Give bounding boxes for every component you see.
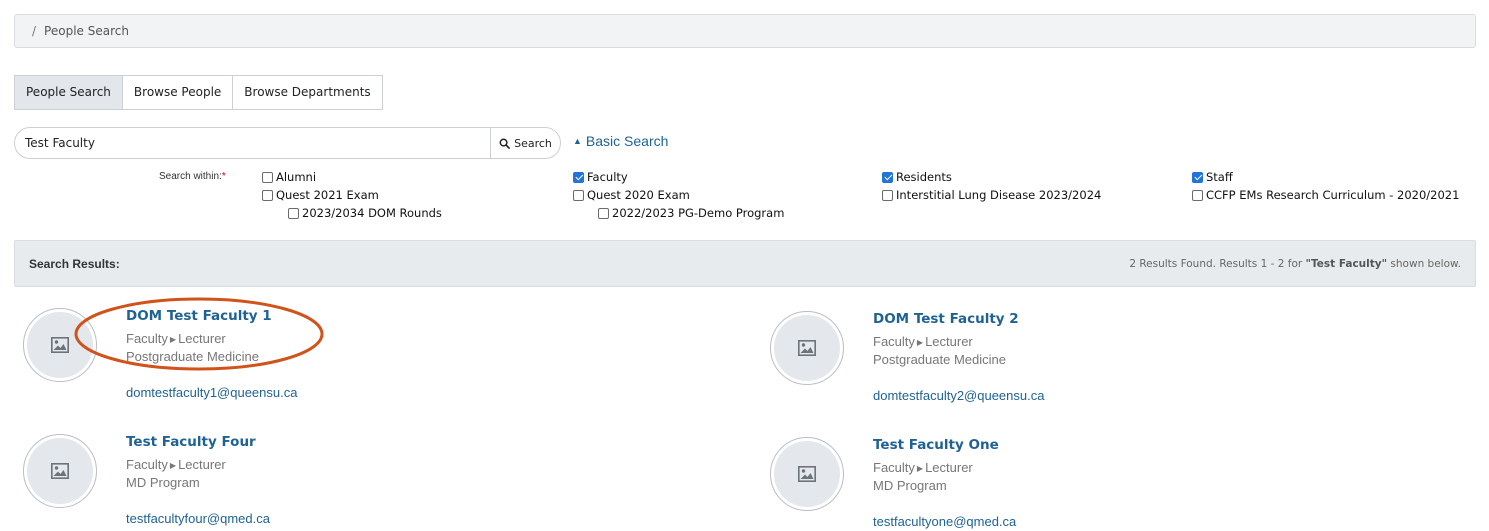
- person-name[interactable]: Test Faculty Four: [126, 434, 256, 450]
- caret-up-icon: ▲: [573, 136, 582, 146]
- avatar: [770, 437, 844, 511]
- checkbox-box[interactable]: [573, 171, 584, 183]
- image-placeholder-icon: [51, 463, 69, 479]
- checkbox-quest-2020[interactable]: Quest 2020 Exam: [573, 188, 690, 202]
- results-summary: 2 Results Found. Results 1 - 2 for "Test…: [1129, 258, 1461, 270]
- basic-search-label: Basic Search: [585, 133, 669, 149]
- results-title: Search Results:: [29, 257, 120, 271]
- search-icon: [499, 138, 511, 149]
- checkbox-box[interactable]: [1192, 171, 1203, 183]
- person-card: DOM Test Faculty 2 Faculty ▶ Lecturer Post…: [770, 311, 1270, 411]
- search-tabs: People Search Browse People Browse Depar…: [14, 75, 383, 110]
- person-department: MD Program: [126, 475, 200, 490]
- caret-right-icon: ▶: [169, 461, 177, 470]
- person-email[interactable]: domtestfaculty1@queensu.ca: [126, 385, 297, 400]
- person-card: Test Faculty One Faculty ▶ Lecturer MD Pro…: [770, 437, 1270, 531]
- caret-right-icon: ▶: [916, 338, 924, 347]
- checkbox-quest-2021[interactable]: Quest 2021 Exam: [262, 188, 379, 202]
- checkbox-ccfp[interactable]: CCFP EMs Research Curriculum - 2020/2021: [1192, 188, 1459, 202]
- avatar: [23, 434, 97, 508]
- checkbox-pg-demo[interactable]: 2022/2023 PG-Demo Program: [598, 206, 784, 220]
- person-email[interactable]: testfacultyfour@qmed.ca: [126, 511, 270, 526]
- person-role: Faculty ▶ Lecturer: [873, 334, 973, 349]
- breadcrumb-current[interactable]: People Search: [44, 24, 129, 38]
- breadcrumb-separator: /: [32, 24, 37, 38]
- checkbox-box[interactable]: [262, 171, 273, 183]
- checkbox-box[interactable]: [262, 189, 273, 201]
- image-placeholder-icon: [798, 466, 816, 482]
- basic-search-toggle[interactable]: ▲ Basic Search: [573, 133, 668, 149]
- search-results-header: Search Results: 2 Results Found. Results…: [14, 240, 1476, 287]
- person-name[interactable]: Test Faculty One: [873, 437, 999, 453]
- search-input[interactable]: [15, 128, 490, 158]
- checkbox-box[interactable]: [573, 189, 584, 201]
- checkbox-alumni[interactable]: Alumni: [262, 170, 316, 184]
- breadcrumb: / People Search: [14, 14, 1476, 48]
- checkbox-faculty[interactable]: Faculty: [573, 170, 628, 184]
- person-role: Faculty ▶ Lecturer: [873, 460, 973, 475]
- person-email[interactable]: domtestfaculty2@queensu.ca: [873, 388, 1044, 403]
- person-name[interactable]: DOM Test Faculty 2: [873, 311, 1019, 327]
- avatar: [770, 311, 844, 385]
- person-email[interactable]: testfacultyone@qmed.ca: [873, 514, 1016, 529]
- checkbox-box[interactable]: [882, 189, 893, 201]
- checkbox-box[interactable]: [882, 171, 893, 183]
- checkbox-ild[interactable]: Interstitial Lung Disease 2023/2024: [882, 188, 1101, 202]
- checkbox-dom-rounds[interactable]: 2023/2034 DOM Rounds: [288, 206, 442, 220]
- checkbox-staff[interactable]: Staff: [1192, 170, 1233, 184]
- checkbox-box[interactable]: [1192, 189, 1203, 201]
- search-button[interactable]: Search: [490, 128, 560, 158]
- tab-browse-people[interactable]: Browse People: [122, 76, 234, 109]
- person-role: Faculty ▶ Lecturer: [126, 457, 226, 472]
- image-placeholder-icon: [51, 337, 69, 353]
- annotation-circle: [74, 297, 324, 371]
- checkbox-box[interactable]: [598, 207, 609, 219]
- checkbox-residents[interactable]: Residents: [882, 170, 952, 184]
- tab-people-search[interactable]: People Search: [15, 76, 123, 109]
- search-button-label: Search: [514, 136, 552, 150]
- required-mark: *: [221, 171, 226, 182]
- checkbox-box[interactable]: [288, 207, 299, 219]
- person-department: Postgraduate Medicine: [873, 352, 1006, 367]
- caret-right-icon: ▶: [916, 464, 924, 473]
- search-within-label: Search within:*: [159, 171, 226, 182]
- search-bar: Search: [14, 127, 561, 159]
- image-placeholder-icon: [798, 340, 816, 356]
- tab-browse-departments[interactable]: Browse Departments: [233, 76, 382, 109]
- person-card: Test Faculty Four Faculty ▶ Lecturer MD Pr…: [23, 434, 523, 531]
- person-department: MD Program: [873, 478, 947, 493]
